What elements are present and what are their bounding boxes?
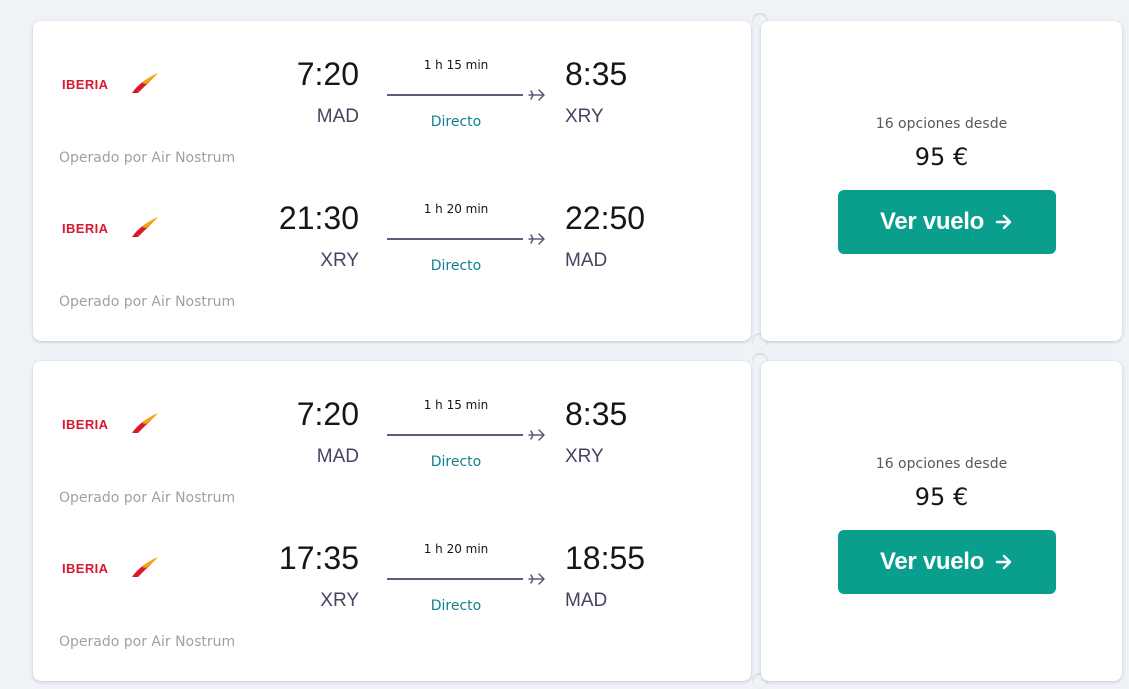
airline-name: IBERIA: [62, 417, 109, 432]
arrival-airport: XRY: [565, 446, 604, 467]
route-line: [387, 434, 523, 436]
flight-duration: 1 h 15 min: [423, 398, 489, 412]
departure-airport: MAD: [316, 106, 359, 127]
flight-leg-return: IBERIA 17:35 XRY 1 h 20 min Directo 18:5…: [33, 505, 751, 650]
stops-label: Directo: [430, 258, 482, 274]
departure-airport: MAD: [316, 446, 359, 467]
arrival-airport: MAD: [565, 590, 608, 611]
arrow-right-icon: [995, 214, 1012, 230]
operator-label: Operado por Air Nostrum: [59, 634, 236, 650]
departure-time: 17:35: [278, 540, 359, 576]
airline-name: IBERIA: [62, 77, 109, 92]
plane-icon: [528, 233, 545, 245]
arrival-airport: XRY: [565, 106, 604, 127]
view-flight-label: Ver vuelo: [879, 548, 985, 575]
stops-label: Directo: [430, 114, 482, 130]
plane-icon: [528, 573, 545, 585]
departure-airport: XRY: [320, 590, 359, 611]
flight-duration: 1 h 20 min: [423, 542, 489, 556]
iberia-logo-icon: IBERIA: [62, 411, 162, 435]
flight-legs-panel[interactable]: IBERIA 7:20 MAD 1 h 15 min Directo 8:35 …: [33, 21, 751, 341]
plane-icon: [528, 89, 545, 101]
stops-label: Directo: [430, 454, 482, 470]
view-flight-button[interactable]: Ver vuelo: [838, 190, 1056, 254]
departure-airport: XRY: [320, 250, 359, 271]
arrival-time: 18:55: [565, 540, 646, 576]
departure-time: 7:20: [296, 56, 359, 92]
route-line: [387, 94, 523, 96]
airline-name: IBERIA: [62, 561, 109, 576]
price: 95 €: [914, 143, 969, 171]
view-flight-button[interactable]: Ver vuelo: [838, 530, 1056, 594]
arrow-right-icon: [995, 554, 1012, 570]
result-card[interactable]: IBERIA 7:20 MAD 1 h 15 min Directo 8:35 …: [33, 353, 1122, 689]
options-count: 16 opciones desde: [875, 116, 1008, 132]
arrival-airport: MAD: [565, 250, 608, 271]
stops-label: Directo: [430, 598, 482, 614]
departure-time: 21:30: [278, 200, 359, 236]
flight-legs-panel[interactable]: IBERIA 7:20 MAD 1 h 15 min Directo 8:35 …: [33, 361, 751, 681]
plane-icon: [528, 429, 545, 441]
price: 95 €: [914, 483, 969, 511]
flight-leg-outbound: IBERIA 7:20 MAD 1 h 15 min Directo 8:35 …: [33, 361, 751, 506]
flight-duration: 1 h 20 min: [423, 202, 489, 216]
result-card[interactable]: IBERIA 7:20 MAD 1 h 15 min Directo 8:35 …: [33, 13, 1122, 349]
view-flight-label: Ver vuelo: [879, 208, 985, 235]
route-line: [387, 238, 523, 240]
options-count: 16 opciones desde: [875, 456, 1008, 472]
iberia-logo-icon: IBERIA: [62, 215, 162, 239]
flight-leg-return: IBERIA 21:30 XRY 1 h 20 min Directo 22:5…: [33, 165, 751, 310]
flight-duration: 1 h 15 min: [423, 58, 489, 72]
price-panel: 16 opciones desde 95 € Ver vuelo: [761, 361, 1122, 681]
arrival-time: 8:35: [565, 396, 628, 432]
operator-label: Operado por Air Nostrum: [59, 294, 236, 310]
arrival-time: 8:35: [565, 56, 628, 92]
route-line: [387, 578, 523, 580]
iberia-logo-icon: IBERIA: [62, 555, 162, 579]
departure-time: 7:20: [296, 396, 359, 432]
iberia-logo-icon: IBERIA: [62, 71, 162, 95]
airline-name: IBERIA: [62, 221, 109, 236]
flight-leg-outbound: IBERIA 7:20 MAD 1 h 15 min Directo 8:35 …: [33, 21, 751, 166]
arrival-time: 22:50: [565, 200, 646, 236]
price-panel: 16 opciones desde 95 € Ver vuelo: [761, 21, 1122, 341]
